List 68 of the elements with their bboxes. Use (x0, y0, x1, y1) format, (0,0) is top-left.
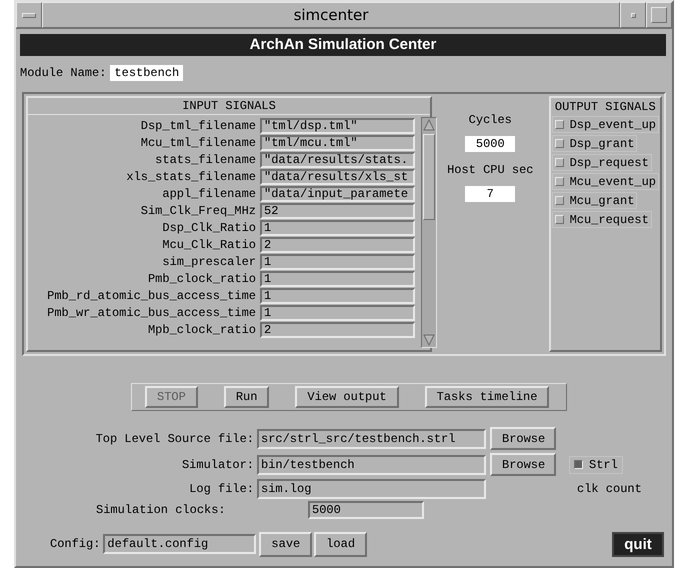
signal-label: sim_prescaler (161, 254, 257, 268)
signal-label: Pmb_wr_atomic_bus_access_time (46, 306, 257, 320)
signal-value-field[interactable]: "tml/dsp.tml" (260, 118, 415, 134)
signal-value-field[interactable]: "tml/mcu.tml" (260, 134, 415, 150)
panel-title: INPUT SIGNALS (28, 98, 430, 115)
signal-value-field[interactable]: 1 (260, 254, 415, 270)
control-button[interactable]: View output (295, 386, 399, 408)
window-menu-button[interactable] (16, 2, 42, 28)
signal-value-field[interactable]: 1 (260, 288, 415, 304)
config-button[interactable]: save (259, 532, 312, 556)
maximize-button[interactable] (646, 2, 672, 28)
signal-label: Dsp_Clk_Ratio (161, 220, 257, 234)
stat-value-field: 7 (465, 186, 516, 202)
signal-value-field[interactable]: 52 (260, 202, 415, 218)
field-label: Simulator: (180, 458, 254, 472)
signal-label: Pmb_rd_atomic_bus_access_time (46, 288, 257, 302)
field-label: Config: (50, 537, 102, 551)
signal-checkbox[interactable]: Dsp_event_up (552, 116, 659, 133)
field-label: Module Name: (20, 66, 106, 80)
signal-label: xls_stats_filename (125, 170, 257, 184)
app-header: ArchAn Simulation Center (20, 34, 666, 56)
browse-button[interactable]: Browse (490, 427, 556, 450)
scrollbar[interactable] (421, 117, 437, 348)
signal-value-field[interactable]: 1 (260, 304, 415, 320)
quit-button[interactable]: quit (612, 532, 664, 556)
signal-label: Mcu_Clk_Ratio (161, 238, 257, 252)
signal-checkbox[interactable]: Dsp_grant (552, 135, 638, 152)
browse-button[interactable]: Browse (490, 453, 556, 476)
signal-value-field[interactable]: 1 (260, 220, 415, 236)
strl-checkbox[interactable]: Strl (569, 456, 623, 474)
signal-value-field[interactable]: 1 (260, 270, 415, 286)
module-name-field[interactable]: testbench (110, 65, 184, 81)
panel-title: OUTPUT SIGNALS (554, 99, 657, 116)
signal-checkbox[interactable]: Mcu_event_up (552, 173, 659, 190)
signal-value-field[interactable]: "data/results/stats. (260, 152, 415, 168)
config-field[interactable]: default.config (103, 534, 256, 554)
scroll-up-icon[interactable] (422, 118, 436, 132)
control-button[interactable]: Run (224, 386, 270, 408)
file-path-field[interactable]: sim.log (257, 479, 486, 499)
signal-label: appl_filename (161, 186, 257, 200)
signal-checkbox[interactable]: Mcu_request (552, 211, 652, 228)
signal-label: Mcu_tml_filename (140, 136, 257, 150)
signal-checkbox[interactable]: Dsp_request (552, 154, 652, 171)
file-path-field[interactable]: src/strl_src/testbench.strl (257, 428, 486, 448)
signal-label: Pmb_clock_ratio (146, 272, 257, 286)
scroll-down-icon[interactable] (422, 333, 436, 347)
stat-value-field: 5000 (465, 136, 516, 152)
simulation-clocks-field[interactable]: 5000 (308, 501, 424, 519)
field-label: Top Level Source file: (94, 432, 254, 446)
field-label: Simulation clocks: (96, 503, 227, 517)
stat-label: Cycles (468, 112, 512, 129)
file-path-field[interactable]: bin/testbench (257, 454, 486, 474)
signal-label: Mpb_clock_ratio (146, 322, 257, 336)
signal-value-field[interactable]: 2 (260, 236, 415, 252)
stat-label: Host CPU sec (447, 162, 534, 179)
signal-value-field[interactable]: "data/results/xls_st (260, 168, 415, 184)
signal-label: Dsp_tml_filename (140, 118, 257, 132)
signal-value-field[interactable]: 2 (260, 322, 415, 338)
clk-count-label: clk count (577, 482, 639, 496)
control-button[interactable]: Tasks timeline (424, 386, 550, 408)
signal-checkbox[interactable]: Mcu_grant (552, 192, 638, 209)
field-label: Log file: (188, 482, 254, 496)
window-title: simcenter (42, 2, 620, 28)
signal-value-field[interactable]: "data/input_paramete (260, 186, 415, 202)
config-button[interactable]: load (314, 532, 368, 556)
signal-label: Sim_Clk_Freq_MHz (140, 204, 257, 218)
signal-label: stats_filename (154, 152, 257, 166)
minimize-button[interactable] (620, 2, 646, 28)
